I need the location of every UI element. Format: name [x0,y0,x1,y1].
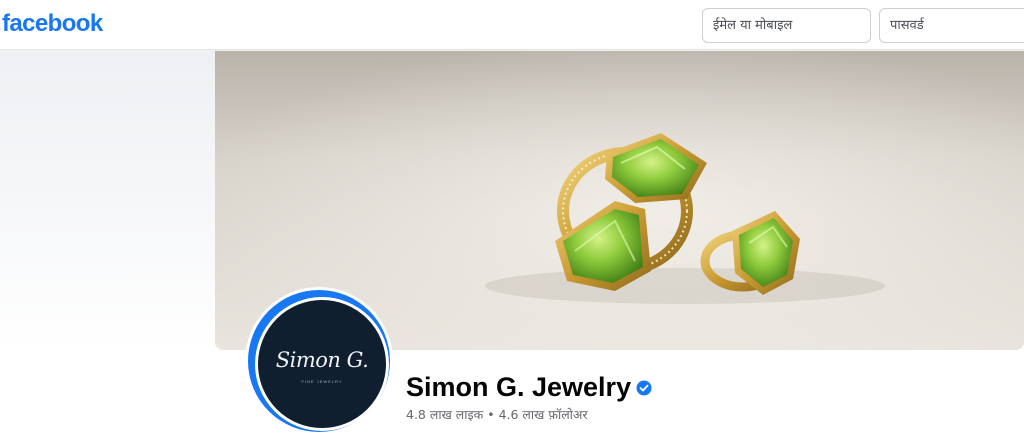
stats-separator: • [487,407,495,422]
story-ring: Simon G. FINE JEWELRY [248,290,390,432]
email-or-mobile-input[interactable] [702,8,871,43]
avatar: Simon G. FINE JEWELRY [255,297,389,431]
top-navigation-bar: facebook [0,0,1024,50]
cover-side-gradient [0,51,216,351]
avatar-tagline: FINE JEWELRY [301,379,343,384]
password-input[interactable] [879,8,1024,43]
avatar-logo-text: Simon G. [275,348,369,372]
profile-picture[interactable]: Simon G. FINE JEWELRY [245,287,393,435]
followers-count[interactable]: 4.6 लाख फ़ॉलोअर [499,407,588,422]
verified-badge-icon [636,380,652,396]
page-stats: 4.8 लाख लाइक • 4.6 लाख फ़ॉलोअर [406,406,588,423]
facebook-logo[interactable]: facebook [2,10,103,38]
page-title[interactable]: Simon G. Jewelry [406,372,631,403]
likes-count[interactable]: 4.8 लाख लाइक [406,407,483,422]
